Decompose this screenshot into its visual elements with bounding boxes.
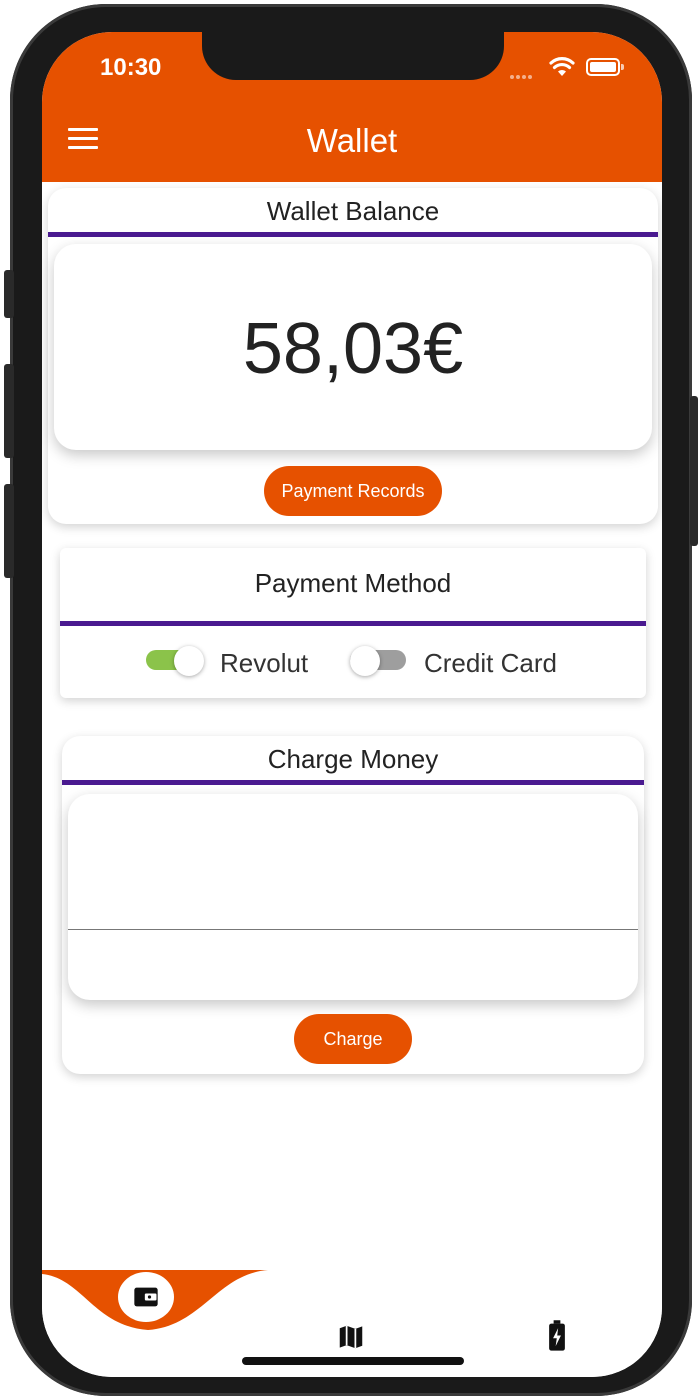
- home-indicator: [242, 1357, 464, 1365]
- wallet-balance-divider: [48, 232, 658, 237]
- app-title: Wallet: [306, 122, 398, 159]
- credit-card-label: Credit Card: [424, 648, 557, 678]
- charge-button[interactable]: Charge: [294, 1014, 412, 1064]
- volume-up-button: [4, 364, 14, 458]
- wallet-balance-card: Wallet Balance 58,03€ Payment Records: [48, 188, 658, 524]
- battery-icon: [586, 58, 624, 76]
- nav-wallet-tab[interactable]: [118, 1272, 174, 1322]
- nav-map-tab[interactable]: [336, 1322, 370, 1352]
- payment-records-button[interactable]: Payment Records: [264, 466, 442, 516]
- credit-card-toggle[interactable]: [350, 646, 406, 676]
- app-bar: 10:30 Wallet: [42, 32, 662, 182]
- charge-money-card: Charge Money Charge: [62, 736, 644, 1074]
- wifi-icon: [549, 57, 575, 76]
- revolut-toggle[interactable]: [146, 646, 204, 676]
- screen: 10:30 Wallet Wallet Balance 58,03€ Payme…: [42, 32, 662, 1377]
- revolut-label: Revolut: [220, 648, 309, 678]
- status-time: 10:30: [100, 54, 162, 81]
- payment-method-card: Payment Method Revolut Credit Card: [60, 548, 646, 698]
- balance-display: 58,03€: [54, 244, 652, 450]
- charge-money-divider: [62, 780, 644, 785]
- charge-amount-input[interactable]: [68, 794, 638, 930]
- payment-method-header: Payment Method: [254, 568, 452, 598]
- charge-amount-panel: [68, 794, 638, 1000]
- map-icon: [339, 1325, 363, 1349]
- revolut-toggle-knob: [174, 646, 204, 676]
- nav-charging-tab[interactable]: [548, 1320, 572, 1354]
- wallet-icon: [118, 1272, 174, 1322]
- credit-card-toggle-knob: [350, 646, 380, 676]
- volume-down-button: [4, 484, 14, 578]
- status-icons: [510, 54, 630, 82]
- balance-amount: 58,03€: [242, 309, 464, 389]
- charge-money-header: Charge Money: [267, 744, 439, 774]
- battery-charging-icon: [549, 1320, 565, 1351]
- notch: [202, 32, 504, 80]
- power-button: [690, 396, 698, 546]
- signal-dots-icon: [510, 66, 540, 79]
- silent-switch: [4, 270, 14, 318]
- wallet-balance-header: Wallet Balance: [266, 196, 440, 226]
- payment-method-divider: [60, 621, 646, 626]
